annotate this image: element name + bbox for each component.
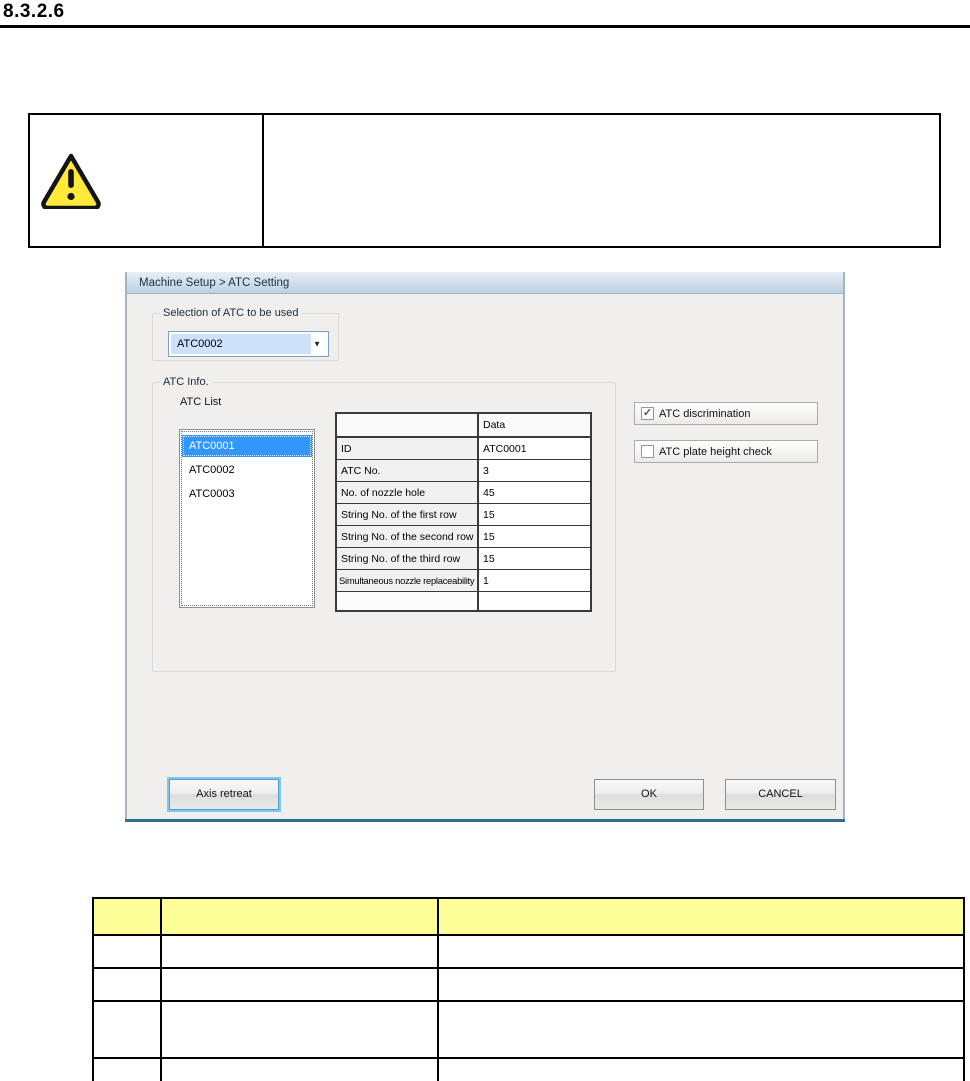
table-row: ID ATC0001 [335,436,592,460]
row-value: 15 [477,525,592,548]
table-row: Simultaneous nozzle replaceability 1 [335,569,592,592]
atc-list: ATC0001 ATC0002 ATC0003 [179,429,315,608]
bottom-table-header-cell [437,897,965,936]
bottom-table-cell [160,934,439,969]
table-row: String No. of the third row 15 [335,547,592,570]
table-row [335,591,592,612]
axis-retreat-button[interactable]: Axis retreat [169,779,279,810]
atc-select-value: ATC0002 [171,334,311,354]
row-label: ID [335,436,479,460]
table-row: ATC No. 3 [335,459,592,482]
manual-page: 8.3.2.6 Machine Setup > ATC Setting Sele… [0,0,970,1081]
section-heading: 8.3.2.6 [3,1,65,22]
bottom-table [92,897,965,1081]
table-row: String No. of the first row 15 [335,503,592,526]
row-label: String No. of the third row [335,547,479,570]
atc-list-item[interactable]: ATC0002 [182,459,312,481]
ok-button[interactable]: OK [594,779,704,810]
bottom-table-cell [437,1057,965,1081]
atc-select-combobox[interactable]: ATC0002 ▼ [168,331,329,357]
table-row [92,1000,965,1059]
bottom-table-cell [92,967,162,1002]
heading-rule [0,25,970,28]
row-label [335,591,479,612]
bottom-table-header-cell [160,897,439,936]
bottom-table-header-cell [92,897,162,936]
atc-info-group-label: ATC Info. [163,376,209,388]
bottom-table-cell [437,967,965,1002]
bottom-table-cell [160,1057,439,1081]
warning-text-cell [262,113,941,248]
row-label: ATC No. [335,459,479,482]
row-value: 1 [477,569,592,592]
table-row: No. of nozzle hole 45 [335,481,592,504]
checkbox-icon[interactable] [641,445,654,458]
row-label: Simultaneous nozzle replaceability [335,569,479,592]
chevron-down-icon[interactable]: ▼ [313,340,321,349]
row-label: No. of nozzle hole [335,481,479,504]
table-row: String No. of the second row 15 [335,525,592,548]
data-table-corner-cell [335,412,479,438]
selection-of-atc-group-label: Selection of ATC to be used [163,307,299,319]
warning-triangle-icon [41,153,101,209]
bottom-table-cell [437,1000,965,1059]
atc-list-item[interactable]: ATC0001 [182,435,312,457]
atc-plate-height-check-checkbox[interactable]: ATC plate height check [634,440,818,463]
dialog-bottom-edge [125,819,845,822]
dialog-title-bar: Machine Setup > ATC Setting [127,272,843,294]
row-value: 3 [477,459,592,482]
bottom-table-cell [92,934,162,969]
row-value [477,591,592,612]
checkbox-label: ATC discrimination [659,407,751,420]
bottom-table-cell [160,1000,439,1059]
atc-discrimination-checkbox[interactable]: ✓ ATC discrimination [634,402,818,425]
table-row [92,967,965,1002]
checkbox-icon[interactable]: ✓ [641,407,654,420]
atc-data-table: Data ID ATC0001 ATC No. 3 No. of nozzle … [335,412,592,612]
atc-setting-dialog: Machine Setup > ATC Setting Selection of… [125,272,845,822]
row-value: 45 [477,481,592,504]
row-label: String No. of the first row [335,503,479,526]
data-table-header: Data [477,412,592,438]
row-value: ATC0001 [477,436,592,460]
bottom-table-cell [92,1000,162,1059]
bottom-table-header-row [92,897,965,936]
bottom-table-cell [437,934,965,969]
dialog-body: Selection of ATC to be used ATC0002 ▼ AT… [127,294,843,819]
row-value: 15 [477,547,592,570]
bottom-table-cell [160,967,439,1002]
table-row [92,934,965,969]
warning-icon-cell [28,113,264,248]
table-row [92,1057,965,1081]
bottom-table-cell [92,1057,162,1081]
atc-list-item[interactable]: ATC0003 [182,483,312,505]
row-label: String No. of the second row [335,525,479,548]
cancel-button[interactable]: CANCEL [725,779,836,810]
checkbox-label: ATC plate height check [659,445,772,458]
atc-list-label: ATC List [180,396,222,408]
warning-box [28,113,941,248]
row-value: 15 [477,503,592,526]
